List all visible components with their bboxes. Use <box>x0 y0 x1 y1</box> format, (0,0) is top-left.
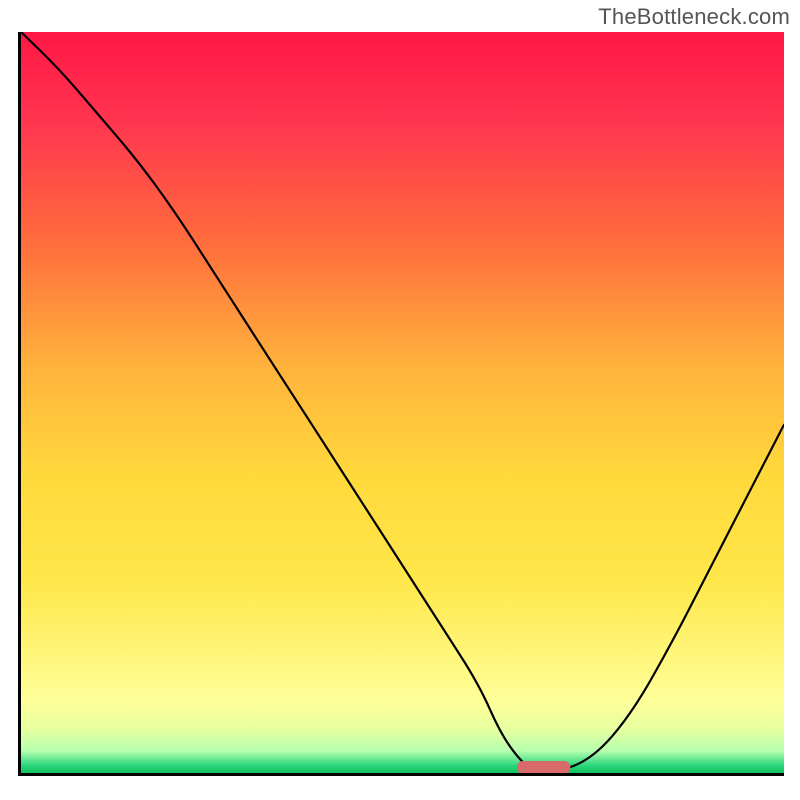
bottleneck-plot <box>18 32 784 776</box>
plot-svg <box>21 32 784 773</box>
gradient-background <box>21 32 784 773</box>
watermark-label: TheBottleneck.com <box>598 4 790 30</box>
chart-frame: TheBottleneck.com <box>0 0 800 800</box>
optimal-marker <box>517 761 570 773</box>
